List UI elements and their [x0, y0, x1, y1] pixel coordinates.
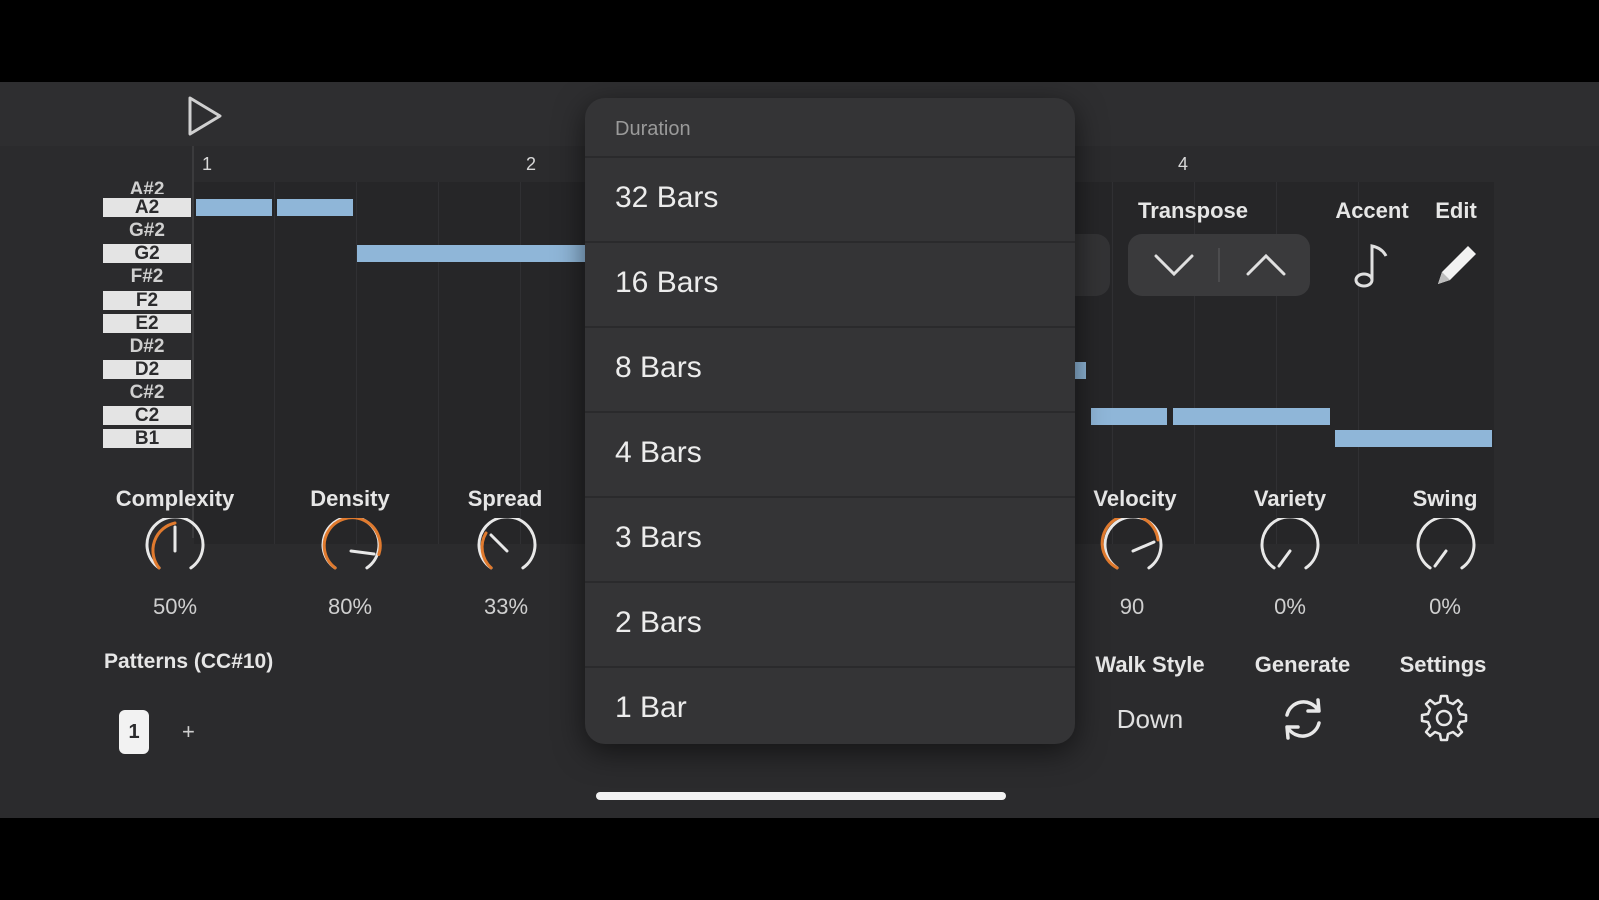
walk-style-value[interactable]: Down	[1100, 704, 1200, 735]
play-icon[interactable]	[182, 94, 226, 138]
swing-label: Swing	[1412, 486, 1478, 511]
ruler-mark: 4	[1178, 154, 1189, 174]
duration-option-label: 1 Bar	[615, 691, 687, 724]
patterns-label: Patterns (CC#10)	[104, 650, 274, 673]
variety-value: 0%	[1274, 594, 1306, 619]
density-value: 80%	[327, 594, 373, 619]
spread-label: Spread	[467, 486, 543, 511]
duration-option-label: 32 Bars	[615, 181, 719, 214]
midi-note[interactable]	[1335, 430, 1492, 447]
pencil-icon[interactable]	[1432, 238, 1482, 290]
home-indicator[interactable]	[596, 792, 1006, 800]
swing-value: 0%	[1429, 594, 1461, 619]
piano-key[interactable]: D#2	[103, 337, 191, 356]
generate-label: Generate	[1254, 652, 1351, 677]
music-note-icon[interactable]	[1352, 240, 1394, 290]
velocity-label: Velocity	[1093, 486, 1177, 511]
add-pattern-button[interactable]: +	[182, 710, 195, 754]
velocity-value: 90	[1119, 594, 1145, 619]
duration-option-label: 16 Bars	[615, 266, 719, 299]
duration-option-1-bar[interactable]: 1 Bar	[585, 666, 1075, 744]
ruler-mark: 2	[526, 154, 537, 174]
duration-option-16-bars[interactable]: 16 Bars	[585, 241, 1075, 328]
piano-key[interactable]: A#2	[103, 180, 191, 194]
midi-note[interactable]	[277, 199, 353, 216]
piano-key[interactable]: G2	[103, 244, 191, 263]
piano-key[interactable]: A2	[103, 198, 191, 217]
density-knob[interactable]	[318, 518, 384, 584]
duration-option-3-bars[interactable]: 3 Bars	[585, 496, 1075, 583]
midi-note[interactable]	[1091, 408, 1167, 425]
density-label: Density	[310, 486, 390, 511]
midi-note[interactable]	[196, 199, 272, 216]
ruler-divider	[192, 146, 194, 538]
piano-key[interactable]: G#2	[103, 221, 191, 240]
duration-option-4-bars[interactable]: 4 Bars	[585, 411, 1075, 498]
piano-key[interactable]: F#2	[103, 267, 191, 286]
chevron-up-icon[interactable]	[1244, 250, 1288, 280]
transpose-label: Transpose	[1137, 198, 1249, 223]
duration-option-label: 2 Bars	[615, 606, 702, 639]
edit-label: Edit	[1435, 198, 1477, 223]
piano-key[interactable]: F2	[103, 291, 191, 310]
settings-label: Settings	[1399, 652, 1487, 677]
pattern-1-button[interactable]: 1	[119, 710, 149, 754]
transpose-stepper	[1128, 234, 1310, 296]
duration-option-label: 3 Bars	[615, 521, 702, 554]
duration-option-32-bars[interactable]: 32 Bars	[585, 156, 1075, 243]
variety-label: Variety	[1253, 486, 1327, 511]
chevron-down-icon[interactable]	[1152, 250, 1196, 280]
duration-option-label: 4 Bars	[615, 436, 702, 469]
walk-style-label: Walk Style	[1095, 652, 1205, 677]
piano-key[interactable]: B1	[103, 429, 191, 448]
piano-key[interactable]: E2	[103, 314, 191, 333]
spread-knob[interactable]	[474, 518, 540, 584]
duration-menu-header: Duration	[615, 118, 691, 140]
duration-option-label: 8 Bars	[615, 351, 702, 384]
duration-menu: Duration 32 Bars 16 Bars 8 Bars 4 Bars 3…	[585, 98, 1075, 744]
piano-key[interactable]: D2	[103, 360, 191, 379]
midi-note[interactable]	[1173, 408, 1330, 425]
variety-knob[interactable]	[1257, 518, 1323, 584]
piano-key[interactable]: C#2	[103, 383, 191, 402]
gear-icon[interactable]	[1418, 692, 1470, 744]
complexity-label: Complexity	[115, 486, 235, 511]
swing-knob[interactable]	[1413, 518, 1479, 584]
complexity-knob[interactable]	[142, 518, 208, 584]
accent-label: Accent	[1335, 198, 1409, 223]
ruler-mark: 1	[202, 154, 213, 174]
refresh-icon[interactable]	[1278, 694, 1328, 744]
spread-value: 33%	[483, 594, 529, 619]
complexity-value: 50%	[152, 594, 198, 619]
velocity-knob[interactable]	[1100, 518, 1166, 584]
midi-note[interactable]	[357, 245, 597, 262]
duration-option-8-bars[interactable]: 8 Bars	[585, 326, 1075, 413]
piano-key[interactable]: C2	[103, 406, 191, 425]
duration-option-2-bars[interactable]: 2 Bars	[585, 581, 1075, 668]
